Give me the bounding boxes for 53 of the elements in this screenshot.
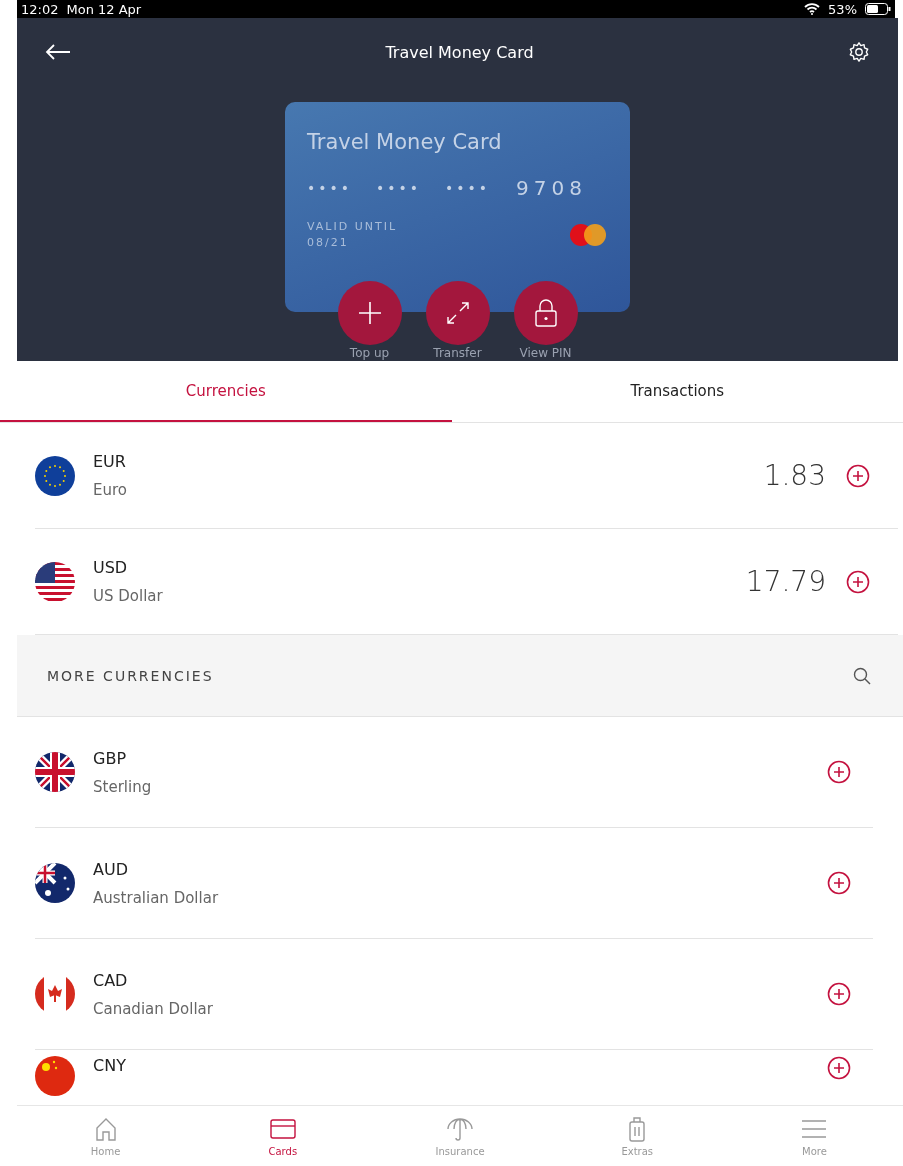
wifi-icon [804,3,821,15]
add-button[interactable] [846,569,870,594]
action-label: View PIN [519,346,572,360]
currency-balance: 1.83 [763,459,826,492]
section-title: MORE CURRENCIES [47,667,214,684]
masked-digits: •••• [376,180,422,196]
umbrella-icon [446,1115,474,1142]
nav-item[interactable]: Insurance [371,1106,549,1166]
nav-item[interactable]: Cards [194,1106,372,1166]
currency-code: CAD [93,970,129,990]
tab[interactable]: Currencies [0,361,452,422]
arrows-icon [444,300,471,326]
nav-item[interactable]: Home [17,1106,195,1166]
page-title: Travel Money Card [385,42,534,62]
card-last-digits: 9708 [516,176,587,200]
currency-name: US Dollar [93,587,164,605]
currency-code: GBP [93,748,128,768]
flag-icon [35,863,75,903]
valid-label: VALID UNTIL [307,220,398,233]
currency-code: USD [93,558,129,577]
currency-name: Canadian Dollar [93,999,214,1018]
nav-item[interactable]: Extras [548,1106,726,1166]
currency-code: EUR [93,452,127,471]
battery-icon [865,3,891,15]
card-name: Travel Money Card [307,130,503,154]
flag-icon [35,752,75,792]
currency-code: AUD [93,859,129,879]
add-button[interactable] [827,982,851,1006]
nav-item[interactable]: More [725,1106,903,1166]
add-button[interactable] [827,871,851,895]
currency-name: Australian Dollar [93,888,220,907]
flag-icon [35,561,75,602]
currency-code: CNY [93,1056,127,1075]
plus-icon [356,300,383,326]
status-date: Mon 12 Apr [66,1,142,17]
currency-name: Euro [93,481,128,499]
action-label: Transfer [433,346,482,360]
tab[interactable]: Transactions [451,361,903,422]
lock-icon [532,298,559,328]
masked-digits: •••• [307,180,353,196]
card-network-logo [568,222,608,247]
add-button[interactable] [846,463,870,488]
currency-balance: 17.79 [745,565,826,598]
masked-digits: •••• [445,180,491,196]
action-label: Top up [349,346,390,360]
battery-percent: 53% [828,1,857,17]
flag-icon [35,1056,75,1096]
valid-date: 08/21 [307,236,350,249]
status-time: 12:02 [21,1,59,17]
add-button[interactable] [827,1056,851,1080]
flag-icon [35,455,75,496]
add-button[interactable] [827,760,851,784]
currency-name: Sterling [93,777,153,796]
